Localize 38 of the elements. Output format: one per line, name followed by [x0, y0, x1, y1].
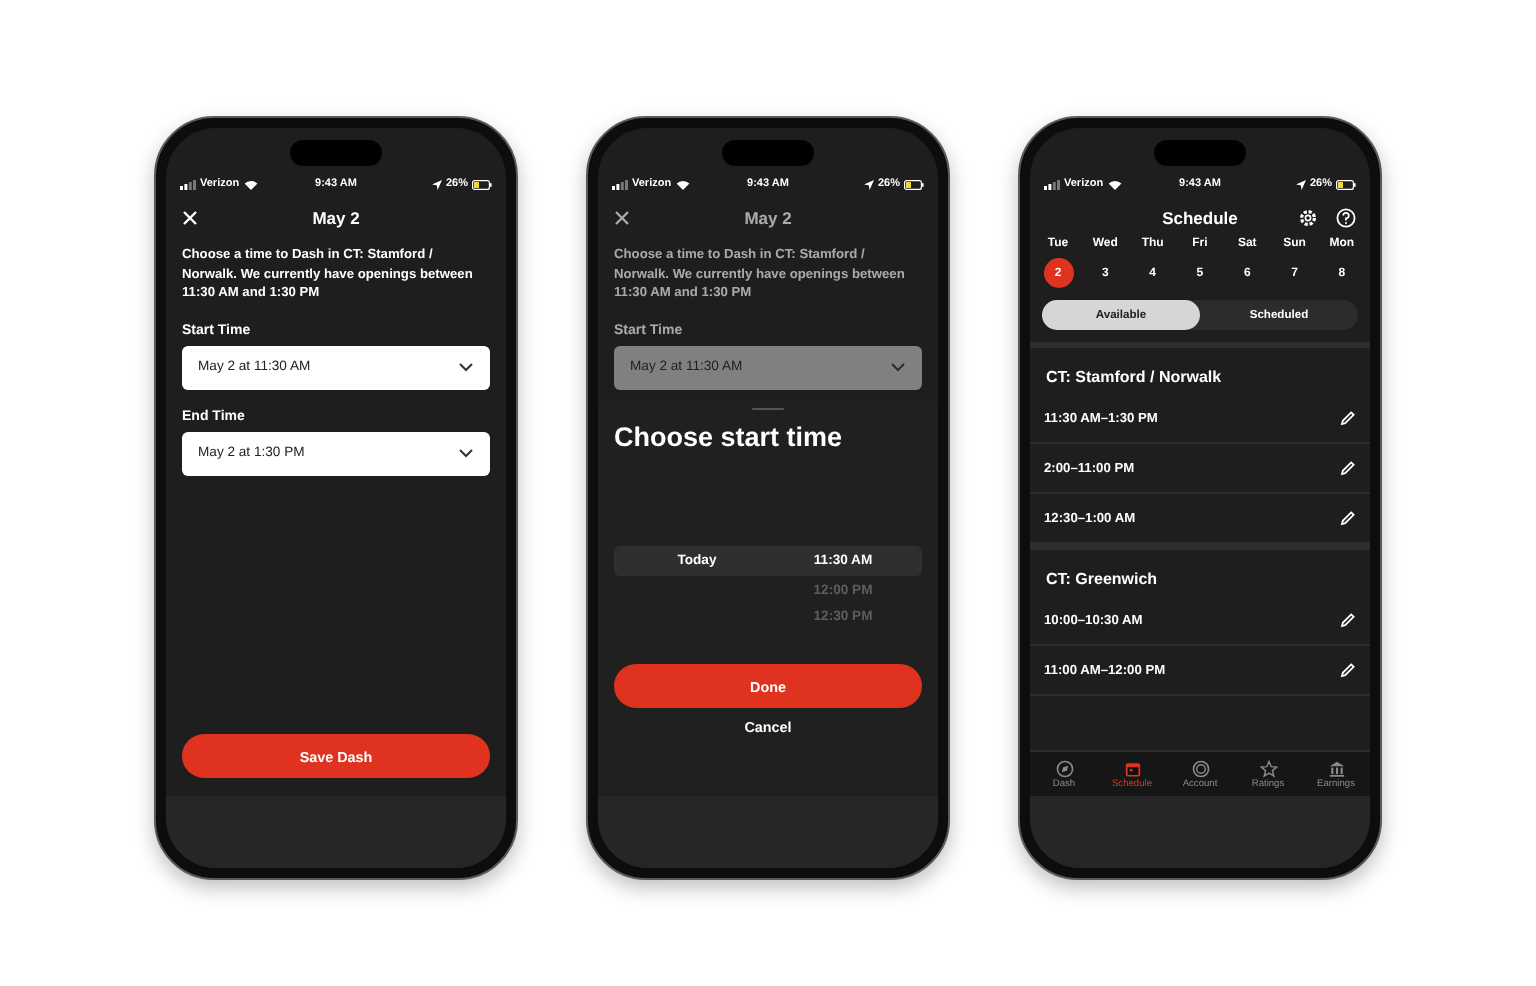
section-heading: CT: Greenwich	[1044, 568, 1160, 592]
pencil-icon[interactable]	[1340, 410, 1356, 426]
calendar-icon	[1123, 759, 1141, 777]
pencil-icon[interactable]	[1340, 510, 1356, 526]
section-heading: CT: Stamford / Norwalk	[1044, 366, 1224, 390]
location-icon	[1295, 179, 1306, 189]
camera-notch	[722, 140, 814, 166]
screen-title: Schedule	[1162, 208, 1238, 228]
battery-icon	[471, 179, 492, 189]
screen-title: May 2	[744, 208, 792, 228]
battery-icon	[1335, 179, 1356, 189]
camera-notch	[1154, 140, 1246, 166]
chevron-down-icon	[458, 362, 474, 372]
signal-icon	[612, 179, 628, 189]
pencil-icon[interactable]	[1340, 460, 1356, 476]
battery-icon	[903, 179, 924, 189]
star-icon	[1259, 759, 1277, 777]
pencil-icon[interactable]	[1340, 612, 1356, 628]
wifi-icon	[243, 179, 258, 189]
close-icon[interactable]	[614, 210, 630, 226]
sheet-title: Choose start time	[614, 422, 845, 452]
help-icon[interactable]	[1336, 208, 1356, 228]
signal-icon	[1044, 179, 1060, 189]
settings-icon[interactable]	[1298, 208, 1318, 228]
location-icon	[431, 179, 442, 189]
compass-icon	[1055, 759, 1073, 777]
close-icon[interactable]	[182, 210, 198, 226]
wifi-icon	[675, 179, 690, 189]
bank-icon	[1327, 759, 1345, 777]
wifi-icon	[1107, 179, 1122, 189]
location-icon	[863, 179, 874, 189]
chevron-down-icon	[458, 448, 474, 458]
signal-icon	[180, 179, 196, 189]
screen-title: May 2	[312, 208, 360, 228]
pencil-icon[interactable]	[1340, 662, 1356, 678]
chevron-down-icon	[890, 362, 906, 372]
camera-notch	[290, 140, 382, 166]
sheet-handle[interactable]	[752, 407, 784, 410]
